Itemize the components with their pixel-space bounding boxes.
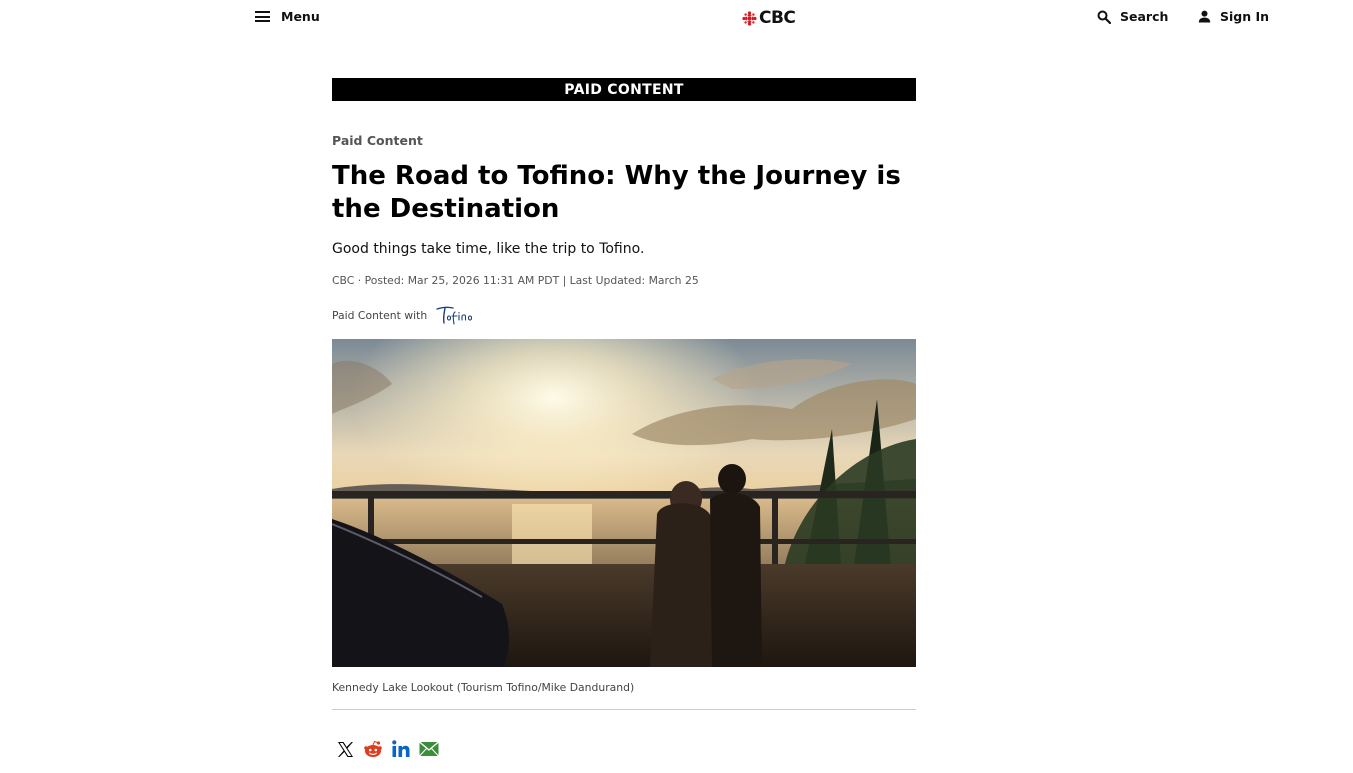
sponsor-line: Paid Content with (332, 304, 475, 326)
search-label: Search (1120, 9, 1169, 24)
menu-button[interactable]: Menu (255, 9, 320, 24)
share-email-button[interactable] (419, 738, 439, 760)
site-header: Menu CBC Search Sign In (0, 0, 1353, 36)
hamburger-icon (255, 11, 270, 22)
article-headline: The Road to Tofino: Why the Journey is t… (332, 161, 901, 224)
hero-image (332, 339, 916, 667)
sign-in-label: Sign In (1220, 9, 1270, 24)
reddit-icon (364, 740, 382, 757)
share-reddit-button[interactable] (363, 738, 383, 760)
search-button[interactable]: Search (1097, 9, 1168, 24)
share-linkedin-button[interactable] (391, 738, 411, 760)
cbc-logo[interactable]: CBC (742, 8, 796, 28)
sign-in-button[interactable]: Sign In (1198, 9, 1269, 24)
share-bar (335, 738, 439, 760)
tofino-logo[interactable] (435, 304, 475, 326)
sponsor-label: Paid Content with (332, 308, 428, 322)
article-deck: Good things take time, like the trip to … (332, 241, 645, 257)
menu-label: Menu (281, 9, 320, 24)
cbc-gem-icon (742, 10, 757, 26)
paid-content-banner: PAID CONTENT (332, 78, 916, 101)
article-kicker[interactable]: Paid Content (332, 133, 423, 148)
share-x-button[interactable] (335, 738, 355, 760)
divider (332, 709, 916, 710)
user-icon (1198, 10, 1211, 23)
article-byline: CBC · Posted: Mar 25, 2026 11:31 AM PDT … (332, 274, 699, 287)
image-caption: Kennedy Lake Lookout (Tourism Tofino/Mik… (332, 681, 635, 694)
search-icon (1097, 10, 1111, 24)
x-icon (337, 741, 353, 757)
linkedin-icon (392, 740, 410, 757)
email-icon (419, 741, 439, 757)
logo-text: CBC (759, 8, 796, 28)
